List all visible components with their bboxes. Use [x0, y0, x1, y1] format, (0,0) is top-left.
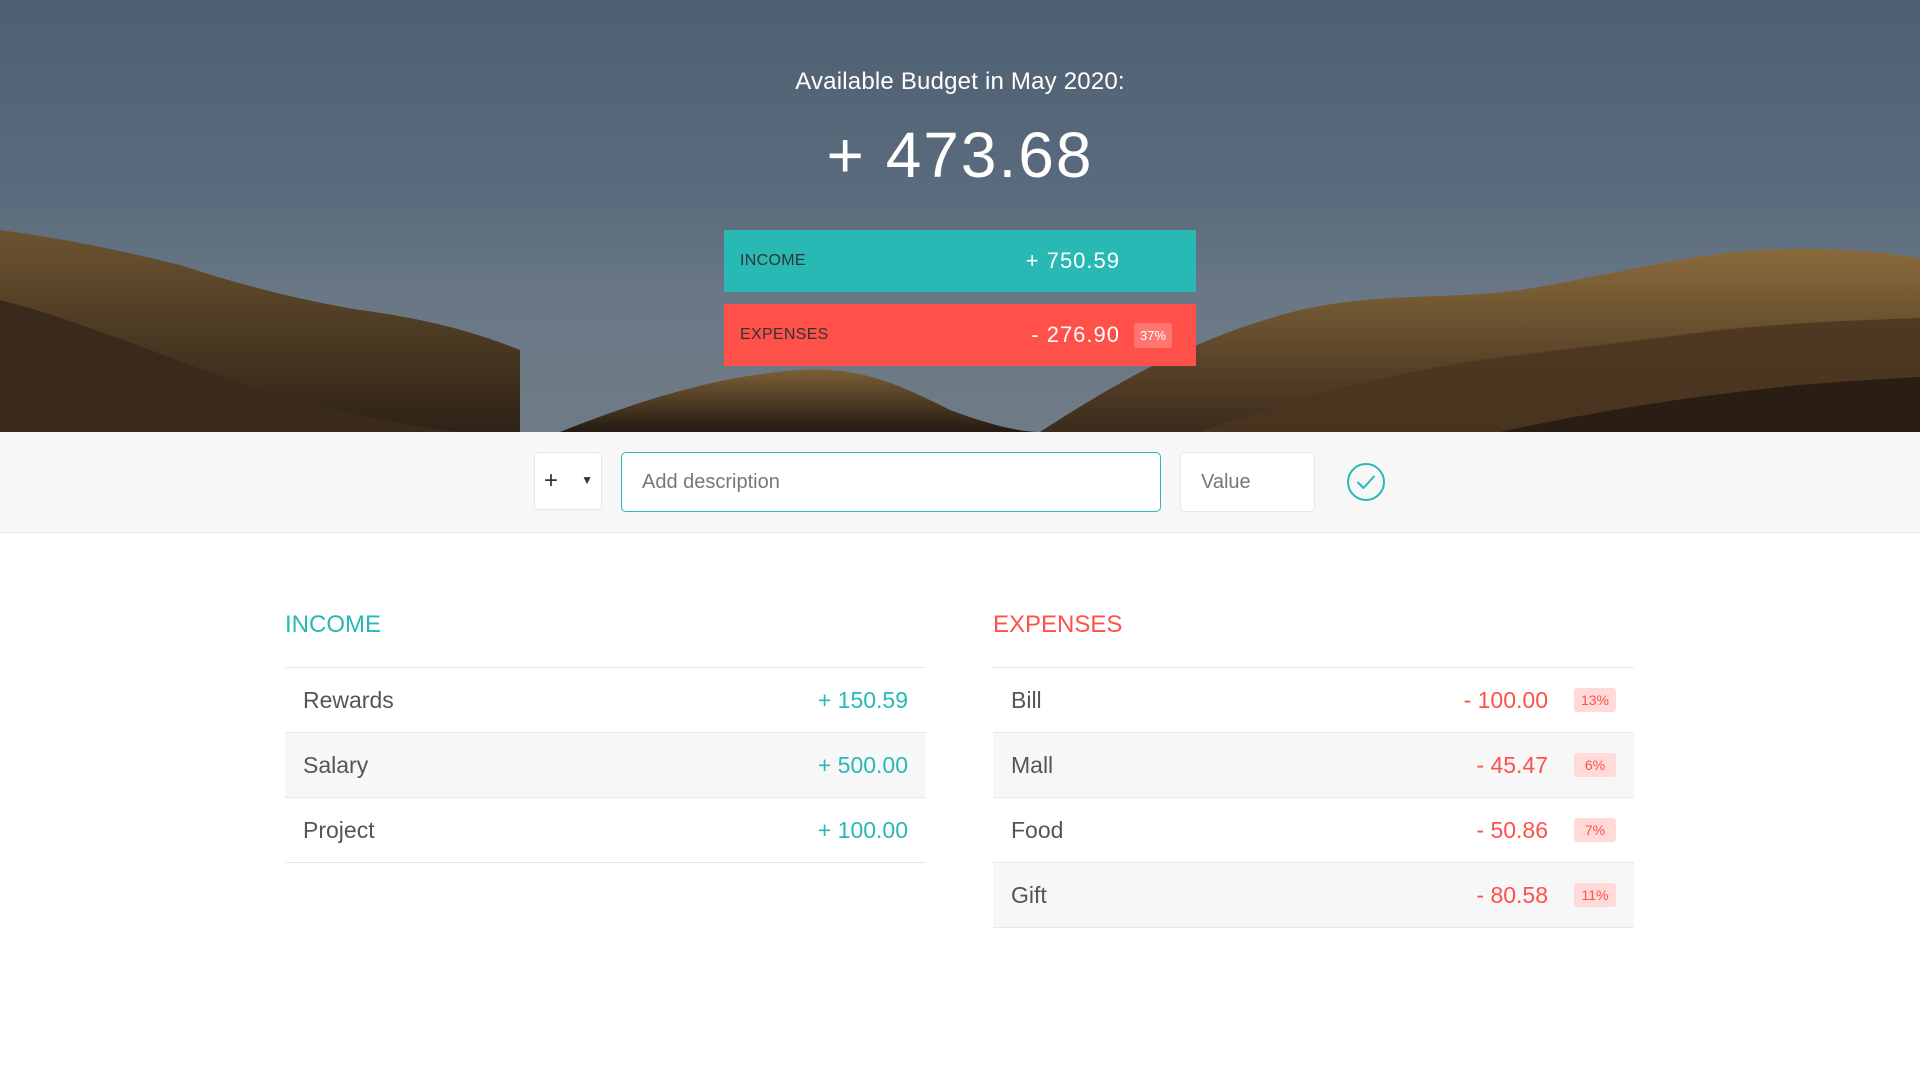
expense-item[interactable]: Bill - 100.00 13% — [993, 668, 1634, 733]
available-budget-value: + 473.68 — [826, 119, 1094, 191]
expenses-list-title: Expenses — [993, 611, 1634, 668]
value-input[interactable] — [1180, 452, 1315, 512]
expense-item-value: - 50.86 — [1476, 816, 1548, 843]
expense-item-description: Bill — [1011, 686, 1042, 713]
income-item[interactable]: Salary + 500.00 — [285, 733, 926, 798]
expense-item-percentage: 11% — [1574, 883, 1616, 907]
income-summary: Income + 750.59 — [724, 230, 1196, 292]
expense-item-percentage: 7% — [1574, 818, 1616, 842]
expense-item-percentage: 13% — [1574, 688, 1616, 712]
dropdown-arrow-icon: ▼ — [581, 473, 593, 487]
income-list-title: Income — [285, 611, 926, 668]
expense-item-percentage: 6% — [1574, 753, 1616, 777]
expenses-percentage-badge: 37% — [1134, 322, 1173, 348]
add-entry-button[interactable] — [1346, 462, 1386, 502]
expenses-summary-value: - 276.90 — [1031, 322, 1120, 347]
budget-title: Available Budget in May 2020: — [795, 68, 1125, 95]
income-list: Income Rewards + 150.59 Salary + 500.00 … — [285, 611, 926, 863]
income-summary-value: + 750.59 — [1025, 248, 1120, 273]
entry-type-select[interactable]: + ▼ — [534, 452, 602, 510]
add-entry-bar: + ▼ — [0, 432, 1920, 533]
expense-item[interactable]: Food - 50.86 7% — [993, 798, 1634, 863]
check-circle-icon — [1347, 463, 1385, 501]
expense-item[interactable]: Gift - 80.58 11% — [993, 863, 1634, 928]
expense-item-value: - 45.47 — [1476, 751, 1548, 778]
entry-type-value: + — [544, 467, 559, 494]
expense-item-value: - 100.00 — [1463, 686, 1548, 713]
expense-item-description: Food — [1011, 816, 1064, 843]
income-item[interactable]: Project + 100.00 — [285, 798, 926, 863]
expense-item[interactable]: Mall - 45.47 6% — [993, 733, 1634, 798]
expense-item-description: Gift — [1011, 881, 1047, 908]
expenses-summary: Expenses - 276.90 37% — [724, 304, 1196, 366]
income-item-value: + 100.00 — [817, 816, 908, 843]
income-item-value: + 500.00 — [817, 751, 908, 778]
expenses-summary-label: Expenses — [740, 326, 829, 343]
income-item[interactable]: Rewards + 150.59 — [285, 668, 926, 733]
budget-header: Available Budget in May 2020: + 473.68 I… — [0, 0, 1920, 432]
income-item-description: Salary — [303, 751, 369, 778]
income-item-description: Project — [303, 816, 375, 843]
description-input[interactable] — [621, 452, 1161, 512]
expense-item-value: - 80.58 — [1476, 881, 1548, 908]
expenses-list: Expenses Bill - 100.00 13% Mall - 45.47 … — [993, 611, 1634, 928]
income-summary-label: Income — [740, 252, 806, 269]
income-item-value: + 150.59 — [817, 686, 908, 713]
income-item-description: Rewards — [303, 686, 394, 713]
expense-item-description: Mall — [1011, 751, 1054, 778]
landscape-background — [0, 230, 1920, 432]
